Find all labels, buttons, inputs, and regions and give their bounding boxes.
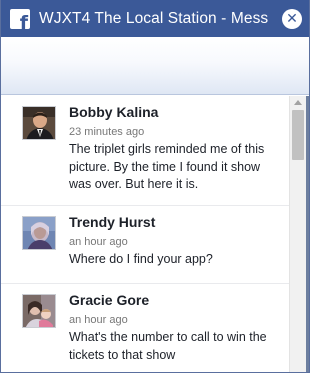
avatar[interactable] xyxy=(22,294,56,328)
chat-window: f WJXT4 The Local Station - Mess ✕ Bobby… xyxy=(0,0,310,373)
comment-author[interactable]: Gracie Gore xyxy=(69,292,285,309)
comment-timestamp[interactable]: an hour ago xyxy=(69,235,285,249)
comment-item: Gracie Gore an hour ago What's the numbe… xyxy=(1,284,289,372)
comment-body: Trendy Hurst an hour ago Where do I find… xyxy=(69,214,285,269)
window-title: WJXT4 The Local Station - Mess xyxy=(39,9,269,27)
avatar[interactable] xyxy=(22,216,56,250)
facebook-logo-icon: f xyxy=(10,8,30,29)
comment-body: Gracie Gore an hour ago What's the numbe… xyxy=(69,292,285,364)
comment-author[interactable]: Trendy Hurst xyxy=(69,214,285,231)
avatar-man-in-suit-icon xyxy=(23,107,55,139)
window-titlebar: f WJXT4 The Local Station - Mess ✕ xyxy=(1,0,309,37)
comment-text: The triplet girls reminded me of this pi… xyxy=(69,142,265,191)
close-button[interactable]: ✕ xyxy=(282,9,302,29)
vertical-scrollbar[interactable] xyxy=(289,96,306,372)
close-icon: ✕ xyxy=(286,11,298,27)
avatar-woman-portrait-icon xyxy=(23,217,55,249)
comment-text: What's the number to call to win the tic… xyxy=(69,330,267,362)
avatar-woman-with-child-icon xyxy=(23,295,55,327)
comment-list: Bobby Kalina 23 minutes ago The triplet … xyxy=(1,96,289,372)
scroll-thumb[interactable] xyxy=(292,110,304,160)
comment-item: Trendy Hurst an hour ago Where do I find… xyxy=(1,206,289,284)
comment-author[interactable]: Bobby Kalina xyxy=(69,104,285,121)
window-edge xyxy=(306,96,309,372)
avatar[interactable] xyxy=(22,106,56,140)
comment-timestamp[interactable]: an hour ago xyxy=(69,313,285,327)
scroll-up-arrow-icon[interactable] xyxy=(294,100,302,105)
comment-text: Where do I find your app? xyxy=(69,252,213,266)
header-band xyxy=(1,37,309,95)
comment-timestamp[interactable]: 23 minutes ago xyxy=(69,125,285,139)
comment-body: Bobby Kalina 23 minutes ago The triplet … xyxy=(69,104,285,194)
comment-item: Bobby Kalina 23 minutes ago The triplet … xyxy=(1,96,289,206)
